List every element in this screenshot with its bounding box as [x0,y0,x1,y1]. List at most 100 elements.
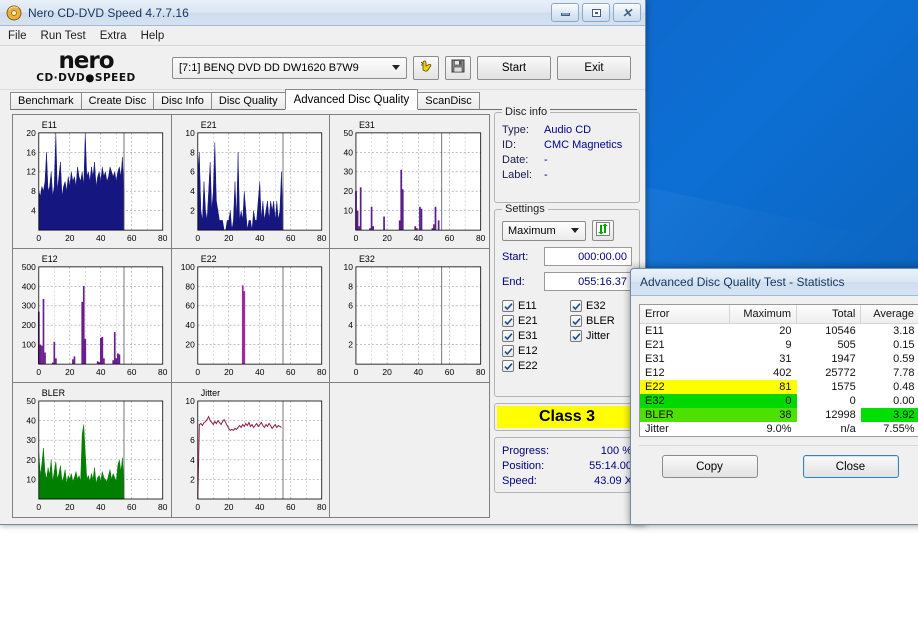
cell-maximum: 0 [729,394,797,408]
tab-benchmark[interactable]: Benchmark [10,92,82,110]
column-header-average: Average [860,305,918,324]
close-button[interactable]: ✕ [613,3,641,22]
chart-panel-e31: E31 10 20 30 40 50 0 20 40 60 80 [330,115,489,249]
svg-text:40: 40 [255,367,265,377]
disc-date-value: - [544,154,548,166]
speed-select[interactable]: Maximum [502,220,586,241]
cell-maximum: 402 [773,367,792,379]
table-row[interactable]: BLER 38 12998 3.92 [640,408,918,422]
svg-text:400: 400 [22,281,36,291]
refresh-arrows-icon [596,222,610,239]
chart-panel-e32: E32 2 4 6 8 10 0 20 40 60 80 [330,249,489,383]
svg-text:50: 50 [26,396,36,406]
svg-text:60: 60 [445,367,455,377]
table-row[interactable]: E21 9 505 0.15 [640,338,918,352]
statistics-table-wrapper: Error Maximum Total Average E11 20 10546 3.… [639,304,918,437]
exit-button[interactable]: Exit [557,55,631,80]
chart-panel-e22: E22 20 40 60 80 100 0 20 40 60 80 [171,249,331,383]
eject-button[interactable] [413,55,439,80]
svg-text:80: 80 [317,233,327,243]
cell-maximum: 9 [785,339,792,351]
cell-error: E12 [645,367,665,379]
table-row[interactable]: E31 31 1947 0.59 [640,352,918,366]
table-row[interactable]: E11 20 10546 3.18 [640,324,918,339]
checkbox-label: E32 [586,300,606,312]
progress-value: 100 % [600,445,632,457]
minimize-button[interactable] [551,3,579,22]
svg-text:40: 40 [96,502,106,512]
svg-text:E31: E31 [359,120,375,130]
status-row-speed: Speed: 43.09 X [502,474,632,489]
table-row[interactable]: E32 0 0 0.00 [640,394,918,408]
close-button[interactable]: Close [802,455,899,478]
tab-advanced-disc-quality[interactable]: Advanced Disc Quality [284,89,419,110]
menu-item-run-test[interactable]: Run Test [41,30,86,42]
svg-text:4: 4 [190,186,195,196]
svg-text:40: 40 [255,502,265,512]
cell-average: 0.15 [893,339,915,351]
svg-text:0: 0 [36,502,41,512]
checkbox-e22[interactable]: E22 [502,360,564,372]
table-row[interactable]: E12 402 25772 7.78 [640,366,918,380]
position-value: 55:14.00 [589,460,632,472]
checkbox-e21[interactable]: E21 [502,315,564,327]
svg-text:12: 12 [26,167,36,177]
maximize-button[interactable] [582,3,610,22]
checkbox-bler[interactable]: BLER [570,315,632,327]
svg-text:6: 6 [190,167,195,177]
checkbox-e12[interactable]: E12 [502,345,564,357]
table-row[interactable]: Jitter 9.0% n/a 7.55% [640,422,918,436]
svg-text:16: 16 [26,147,36,157]
copy-button[interactable]: Copy [661,455,758,478]
check-icon [502,315,514,327]
checkbox-e32[interactable]: E32 [570,300,632,312]
svg-text:2: 2 [349,340,354,350]
chevron-down-icon [388,59,404,77]
end-input[interactable]: 055:16.37 [544,272,632,291]
svg-text:20: 20 [65,502,75,512]
svg-text:80: 80 [317,367,327,377]
column-header-maximum: Maximum [729,305,798,324]
svg-text:50: 50 [344,128,354,138]
cell-average: 0.59 [893,353,915,365]
drive-selector[interactable]: [7:1] BENQ DVD DD DW1620 B7W9 [172,56,407,79]
checkbox-spacer [570,345,632,357]
menu-item-help[interactable]: Help [141,30,165,42]
checkbox-jitter[interactable]: Jitter [570,330,632,342]
status-row-position: Position: 55:14.00 [502,459,632,474]
statistics-table: Error Maximum Total Average E11 20 10546 3.… [640,305,918,436]
check-icon [502,345,514,357]
svg-text:80: 80 [158,367,168,377]
disc-label-value: - [544,169,548,181]
start-button[interactable]: Start [477,55,551,80]
tab-scandisc[interactable]: ScanDisc [417,92,480,110]
refresh-button[interactable] [592,220,614,241]
progress-label: Progress: [502,445,550,457]
tab-create-disc[interactable]: Create Disc [80,92,155,110]
cell-average: 0.48 [893,381,915,393]
cell-total: 10546 [825,325,856,337]
checkbox-e11[interactable]: E11 [502,300,564,312]
chart-panel-e21: E21 2 4 6 8 10 0 20 40 60 80 [171,115,331,249]
class-result-label: Class 3 [497,406,637,428]
cell-total: 1575 [831,381,856,393]
tab-disc-info[interactable]: Disc Info [153,92,212,110]
dialog-title: Advanced Disc Quality Test - Statistics [640,275,845,289]
svg-text:80: 80 [476,233,486,243]
table-row[interactable]: E22 81 1575 0.48 [640,380,918,394]
cell-average: 3.92 [860,408,918,422]
chart-panel-e11: E11 4 8 12 16 20 0 20 40 60 80 [13,115,172,249]
svg-text:10: 10 [185,396,195,406]
svg-text:0: 0 [36,367,41,377]
start-input[interactable]: 000:00.00 [544,247,632,266]
right-panel: Disc info Type: Audio CD ID: CMC Magnetics… [494,106,640,524]
svg-text:10: 10 [26,474,36,484]
save-button[interactable] [445,55,471,80]
checkbox-e31[interactable]: E31 [502,330,564,342]
svg-text:60: 60 [286,367,296,377]
tab-disc-quality[interactable]: Disc Quality [210,92,286,110]
dialog-title-bar: Advanced Disc Quality Test - Statistics [631,269,918,296]
menu-item-file[interactable]: File [8,30,27,42]
menu-item-extra[interactable]: Extra [100,30,127,42]
cell-total: 0 [849,395,856,407]
